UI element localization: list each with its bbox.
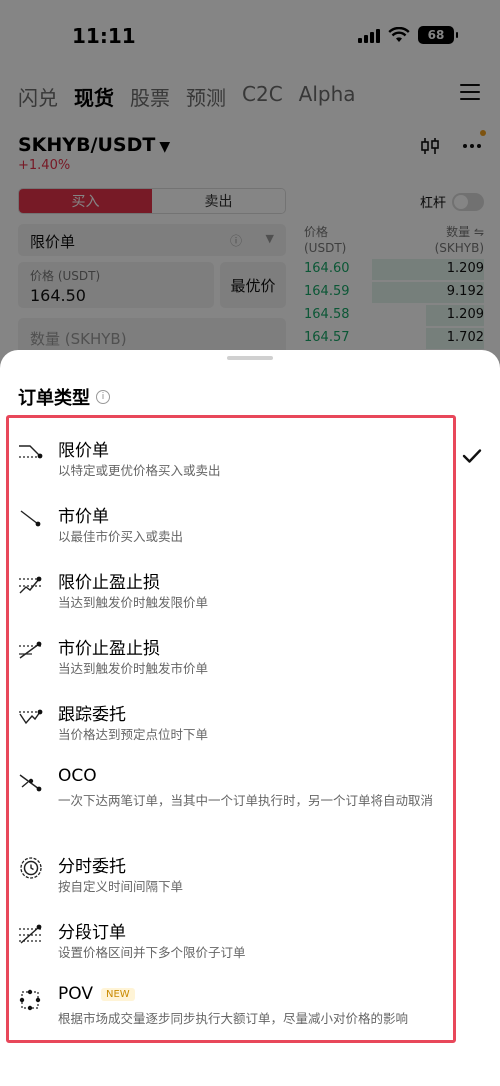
checkmark-icon [462,449,482,463]
limit-tpsl-icon [19,576,43,594]
order-option-twap[interactable]: 分时委托 按自定义时间间隔下单 [18,852,458,902]
option-name: 市价单 [58,507,109,527]
scaled-order-icon [19,924,43,944]
option-name: OCO [58,766,97,786]
order-type-sheet: 订单类型 i 限价单 以特定或更优价格买入或卖出 市价单 以最佳市价买入或卖出 … [0,350,500,1086]
pov-icon [19,989,41,1011]
sheet-title: 订单类型 i [18,384,110,410]
info-icon[interactable]: i [96,390,110,404]
order-option-market[interactable]: 市价单 以最佳市价买入或卖出 [18,502,458,552]
new-badge: NEW [100,987,135,1001]
option-desc: 以特定或更优价格买入或卖出 [58,463,221,478]
order-option-trailing[interactable]: 跟踪委托 当价格达到预定点位时下单 [18,700,458,750]
oco-icon [19,774,42,792]
option-name: 限价止盈止损 [58,573,160,593]
limit-order-icon [19,445,43,459]
sheet-title-text: 订单类型 [18,388,90,409]
sheet-drag-handle[interactable] [227,356,273,360]
option-desc: 根据市场成交量逐步同步执行大额订单，尽量减小对价格的影响 [58,1011,409,1026]
order-option-limit[interactable]: 限价单 以特定或更优价格买入或卖出 [18,436,458,486]
option-name: 分时委托 [58,857,126,877]
order-option-oco[interactable]: OCO 一次下达两笔订单，当其中一个订单执行时，另一个订单将自动取消 [18,766,458,836]
option-desc: 设置价格区间并下多个限价子订单 [58,945,246,960]
option-name: 市价止盈止损 [58,639,160,659]
option-desc: 按自定义时间间隔下单 [58,879,184,894]
option-name: 分段订单 [58,923,126,943]
order-option-limit-tpsl[interactable]: 限价止盈止损 当达到触发价时触发限价单 [18,568,458,618]
order-option-pov[interactable]: POV NEW 根据市场成交量逐步同步执行大额订单，尽量减小对价格的影响 [18,984,458,1034]
order-option-market-tpsl[interactable]: 市价止盈止损 当达到触发价时触发市价单 [18,634,458,684]
option-name: 限价单 [58,441,109,461]
trailing-order-icon [19,709,43,725]
market-order-icon [20,510,41,527]
option-desc: 当价格达到预定点位时下单 [58,727,209,742]
option-name: 跟踪委托 [58,705,126,725]
option-desc: 以最佳市价买入或卖出 [58,529,184,544]
option-desc: 当达到触发价时触发市价单 [58,661,209,676]
option-name: POV NEW [58,984,135,1004]
market-tpsl-icon [19,641,43,659]
option-desc: 当达到触发价时触发限价单 [58,595,209,610]
order-option-scaled[interactable]: 分段订单 设置价格区间并下多个限价子订单 [18,918,458,968]
twap-clock-icon [20,857,42,879]
option-name-text: POV [58,984,93,1004]
option-desc: 一次下达两笔订单，当其中一个订单执行时，另一个订单将自动取消 [58,793,434,808]
